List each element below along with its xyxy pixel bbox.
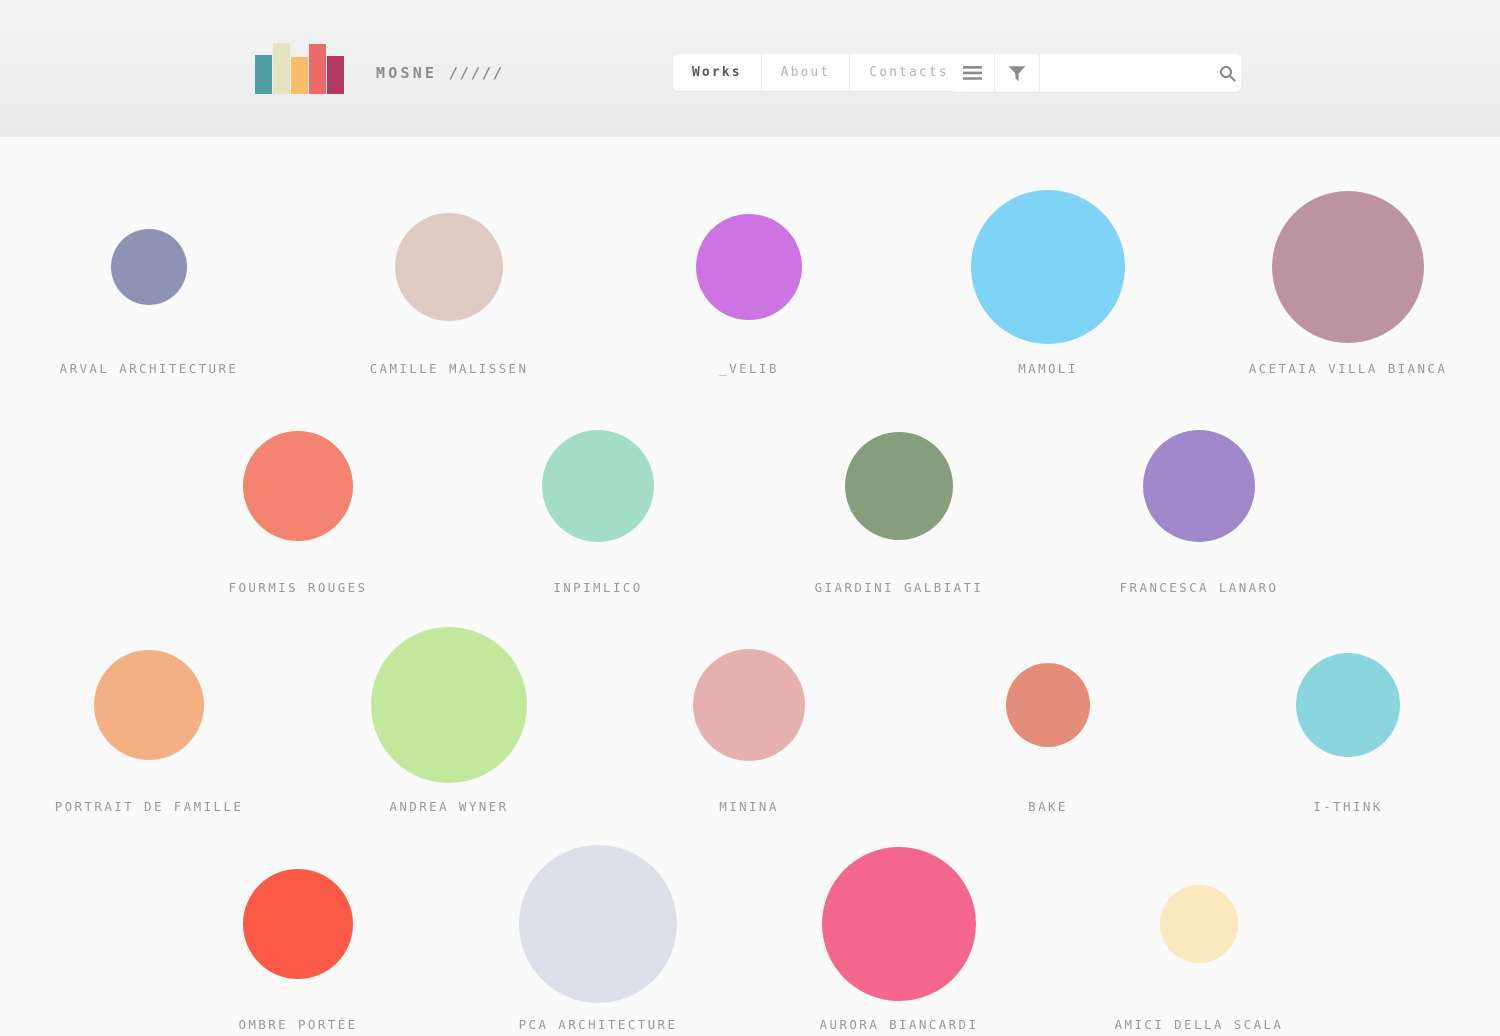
work-circle[interactable]	[822, 847, 976, 1001]
nav-label-works: Works	[692, 65, 742, 80]
filter-funnel-icon	[1008, 65, 1026, 81]
brand-slashes: /////	[449, 64, 505, 82]
toolbar	[950, 54, 1241, 92]
work-circle[interactable]	[971, 190, 1125, 344]
work-label: ACETAIA VILLA BIANCA	[1248, 361, 1448, 376]
nav-label-about: About	[780, 65, 831, 80]
site-header: MOSNE ///// Works About Contacts	[0, 0, 1500, 137]
work-circle[interactable]	[243, 431, 353, 541]
work-label: BAKE	[1028, 799, 1068, 814]
search-magnifier-icon	[1220, 65, 1236, 82]
logo-bar-2	[291, 57, 308, 94]
work-label: INPIMLICO	[553, 580, 643, 595]
work-item[interactable]: ARVAL ARCHITECTURE	[0, 229, 299, 376]
mosne-logo-icon	[255, 42, 344, 94]
work-item[interactable]: INPIMLICO	[448, 430, 748, 595]
work-label: FOURMIS ROUGES	[228, 580, 368, 595]
work-circle[interactable]	[845, 432, 953, 540]
work-label: _VELIB	[719, 361, 779, 376]
logo-bar-0	[255, 55, 272, 94]
work-circle[interactable]	[371, 627, 527, 783]
hamburger-menu-button[interactable]	[950, 54, 995, 92]
brand[interactable]: MOSNE /////	[255, 42, 505, 94]
work-label: ARVAL ARCHITECTURE	[59, 361, 239, 376]
work-circle[interactable]	[1272, 191, 1424, 343]
work-circle[interactable]	[94, 650, 204, 760]
work-circle[interactable]	[243, 869, 353, 979]
search-input[interactable]	[1046, 54, 1219, 92]
work-item[interactable]: MININA	[599, 649, 899, 814]
work-item[interactable]: _VELIB	[599, 214, 899, 376]
work-item[interactable]: FOURMIS ROUGES	[148, 431, 448, 595]
work-label: ANDREA WYNER	[389, 799, 509, 814]
work-circle[interactable]	[1160, 885, 1238, 963]
work-circle[interactable]	[111, 229, 187, 305]
work-label: MAMOLI	[1018, 361, 1078, 376]
work-label: AURORA BIANCARDI	[819, 1017, 979, 1032]
work-item[interactable]: PORTRAIT DE FAMILLE	[0, 650, 299, 814]
brand-title: MOSNE /////	[376, 64, 505, 94]
logo-bar-3	[309, 44, 326, 94]
nav-item-about[interactable]: About	[760, 54, 850, 91]
work-label: PCA ARCHITECTURE	[518, 1017, 678, 1032]
work-label: GIARDINI GALBIATI	[814, 580, 984, 595]
work-item[interactable]: AMICI DELLA SCALA	[1049, 885, 1349, 1032]
work-label: CAMILLE MALISSEN	[369, 361, 529, 376]
work-label: PORTRAIT DE FAMILLE	[54, 799, 244, 814]
search-field-wrapper	[1040, 54, 1241, 92]
work-item[interactable]: CAMILLE MALISSEN	[299, 213, 599, 376]
work-circle[interactable]	[519, 845, 677, 1003]
logo-bar-1	[273, 43, 290, 94]
hamburger-menu-icon	[962, 66, 982, 80]
logo-bar-4	[327, 56, 344, 94]
works-grid: ARVAL ARCHITECTURE CAMILLE MALISSEN _VELIB…	[0, 137, 1500, 1036]
work-item[interactable]: BAKE	[898, 663, 1198, 814]
work-item[interactable]: PCA ARCHITECTURE	[448, 845, 748, 1032]
nav-label-contacts: Contacts	[869, 65, 949, 80]
work-label: AMICI DELLA SCALA	[1114, 1017, 1284, 1032]
work-item[interactable]: AURORA BIANCARDI	[749, 847, 1049, 1032]
work-circle[interactable]	[1296, 653, 1400, 757]
work-label: OMBRE PORTÉE	[238, 1017, 358, 1032]
nav-item-works[interactable]: Works	[673, 54, 761, 91]
brand-name: MOSNE	[376, 64, 438, 82]
main-navigation: Works About Contacts	[673, 54, 968, 91]
search-button[interactable]	[1219, 65, 1236, 82]
work-circle[interactable]	[696, 214, 802, 320]
work-item[interactable]: GIARDINI GALBIATI	[749, 432, 1049, 595]
work-item[interactable]: ANDREA WYNER	[299, 627, 599, 814]
work-label: I-THINK	[1313, 799, 1383, 814]
work-circle[interactable]	[395, 213, 503, 321]
filter-button[interactable]	[995, 54, 1040, 92]
work-label: FRANCESCA LANARO	[1119, 580, 1279, 595]
work-item[interactable]: FRANCESCA LANARO	[1049, 430, 1349, 595]
work-circle[interactable]	[1143, 430, 1255, 542]
work-item[interactable]: I-THINK	[1198, 653, 1498, 814]
work-circle[interactable]	[1006, 663, 1090, 747]
work-circle[interactable]	[542, 430, 654, 542]
work-label: MININA	[719, 799, 779, 814]
work-item[interactable]: MAMOLI	[898, 190, 1198, 376]
work-item[interactable]: ACETAIA VILLA BIANCA	[1198, 191, 1498, 376]
work-item[interactable]: OMBRE PORTÉE	[148, 869, 448, 1032]
work-circle[interactable]	[693, 649, 805, 761]
